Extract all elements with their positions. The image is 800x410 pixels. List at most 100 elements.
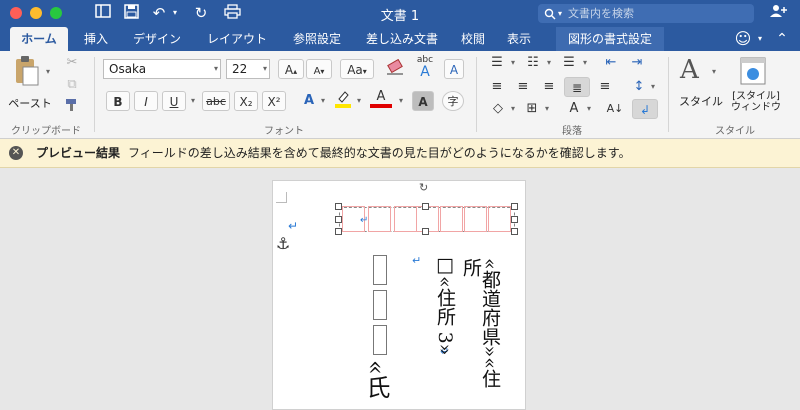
numbering-dropdown-icon[interactable]: ▾ [544,53,554,73]
show-paragraph-marks-button[interactable]: ↲ [632,99,658,119]
enclose-characters-button[interactable]: 字 [442,91,464,111]
styles-pane-button[interactable]: [スタイル] ウィンドウ [728,55,784,117]
align-center-icon[interactable]: ≡ [512,77,534,97]
line-spacing-icon[interactable]: ↕ [630,77,648,97]
underline-button[interactable]: U [162,91,186,111]
font-size-dropdown-icon[interactable]: ▾ [263,60,267,78]
feedback-dropdown-icon[interactable]: ▾ [754,27,766,51]
minimize-window-button[interactable] [30,7,42,19]
cut-icon[interactable]: ✂ [62,53,82,73]
character-border-button[interactable]: A [444,59,464,79]
numbering-icon[interactable]: ☷ [522,53,544,73]
resize-handle[interactable] [422,203,429,210]
ribbon: ▾ ペースト ✂ ⧉ クリップボード Osaka ▾ 22 ▾ A▴ A▾ Aa… [0,51,800,139]
grow-font-button[interactable]: A▴ [278,59,304,79]
highlight-dropdown-icon[interactable]: ▾ [354,91,364,111]
close-window-button[interactable] [10,7,22,19]
multilevel-list-icon[interactable]: ☰ [558,53,580,73]
sort-icon[interactable]: A↓ [604,99,626,119]
character-shading-button[interactable]: A [412,91,434,111]
collapse-ribbon-icon[interactable]: ⌃ [772,27,792,51]
italic-button[interactable]: I [134,91,158,111]
resize-handle[interactable] [335,216,342,223]
resize-handle[interactable] [511,203,518,210]
bullets-dropdown-icon[interactable]: ▾ [508,53,518,73]
change-case-button[interactable]: Aa▾ [340,59,374,79]
shading-dropdown-icon[interactable]: ▾ [508,99,518,119]
textbox-paragraph-mark: ↵ [360,215,369,226]
bold-button[interactable]: B [106,91,130,111]
multilevel-dropdown-icon[interactable]: ▾ [580,53,590,73]
address-line-1[interactable]: «都道府県»«住所 [460,258,501,400]
tab-design[interactable]: デザイン [126,27,188,51]
margin-corner-marker [276,192,287,203]
distributed-icon[interactable]: ≡ [594,77,616,97]
align-right-icon[interactable]: ≡ [538,77,560,97]
message-title: プレビュー結果 [36,146,121,160]
paste-dropdown-icon[interactable]: ▾ [46,67,50,76]
borders-dropdown-icon[interactable]: ▾ [542,99,552,119]
undo-icon[interactable]: ↶ [150,4,168,22]
font-color-dropdown-icon[interactable]: ▾ [396,91,406,111]
align-left-icon[interactable]: ≡ [486,77,508,97]
resize-handle[interactable] [335,228,342,235]
resize-handle[interactable] [422,228,429,235]
styles-dropdown-icon[interactable]: ▾ [712,67,716,76]
save-icon[interactable] [122,4,140,22]
underline-dropdown-icon[interactable]: ▾ [188,91,198,111]
phonetic-guide-button[interactable]: abc A [412,54,438,79]
resize-handle[interactable] [335,203,342,210]
resize-handle[interactable] [511,228,518,235]
address-line-3[interactable]: □«住所 3» [434,254,456,355]
tab-shape-format[interactable]: 図形の書式設定 [556,27,664,51]
tab-review[interactable]: 校閲 [454,27,492,51]
styles-gallery-button[interactable]: A ▾ スタイル [676,55,723,113]
font-color-icon[interactable]: A [370,89,392,109]
shrink-font-button[interactable]: A▾ [306,59,332,79]
text-effects-dropdown-icon[interactable]: ▾ [318,91,328,111]
message-text: フィールドの差し込み結果を含めて最終的な文書の見た目がどのようになるかを確認しま… [128,146,631,160]
postal-code-box [488,206,511,232]
tab-view[interactable]: 表示 [500,27,538,51]
font-size-field[interactable]: 22 ▾ [226,59,270,79]
close-message-icon[interactable]: ✕ [9,146,23,160]
line-spacing-dropdown-icon[interactable]: ▾ [648,77,658,97]
asian-layout-icon[interactable]: A [564,99,584,119]
smiley-feedback-icon[interactable]: ☺ [732,27,754,51]
rotate-handle-icon[interactable]: ↻ [419,181,428,194]
subscript-button[interactable]: X₂ [234,91,258,111]
paste-button[interactable]: ▾ ペースト [8,55,52,113]
strikethrough-button[interactable]: abc [202,91,230,111]
resize-handle[interactable] [511,216,518,223]
tab-home[interactable]: ホーム [10,27,68,51]
tab-layout[interactable]: レイアウト [196,27,278,51]
sidebar-toggle-icon[interactable] [94,4,112,22]
font-name-dropdown-icon[interactable]: ▾ [214,60,218,78]
recipient-name[interactable]: «氏 [362,360,390,399]
format-painter-icon[interactable] [62,97,82,117]
redo-icon[interactable]: ↻ [192,4,210,22]
print-icon[interactable] [222,4,242,22]
copy-icon[interactable]: ⧉ [62,75,82,95]
text-effects-icon[interactable]: A [298,91,320,111]
font-name-field[interactable]: Osaka ▾ [103,59,221,79]
undo-dropdown-icon[interactable]: ▾ [170,4,180,22]
superscript-button[interactable]: X² [262,91,286,111]
anchor-icon[interactable]: ⚓ [276,234,290,253]
paragraph-shading-icon[interactable]: ◇ [488,99,508,119]
share-user-icon[interactable] [768,4,790,22]
increase-indent-icon[interactable]: ⇥ [626,53,648,73]
clear-formatting-icon[interactable] [382,58,408,79]
tab-references[interactable]: 参照設定 [284,27,350,51]
asian-layout-dropdown-icon[interactable]: ▾ [584,99,594,119]
name-box [373,290,387,320]
highlight-icon[interactable] [332,89,354,109]
bullets-icon[interactable]: ☰ [486,53,508,73]
tab-mailings[interactable]: 差し込み文書 [358,27,446,51]
zoom-window-button[interactable] [50,7,62,19]
tab-insert[interactable]: 挿入 [74,27,118,51]
borders-icon[interactable]: ⊞ [522,99,542,119]
search-field[interactable]: ▾ 文書内を検索 [538,4,754,23]
justify-button[interactable]: ≣ [564,77,590,97]
decrease-indent-icon[interactable]: ⇤ [600,53,622,73]
